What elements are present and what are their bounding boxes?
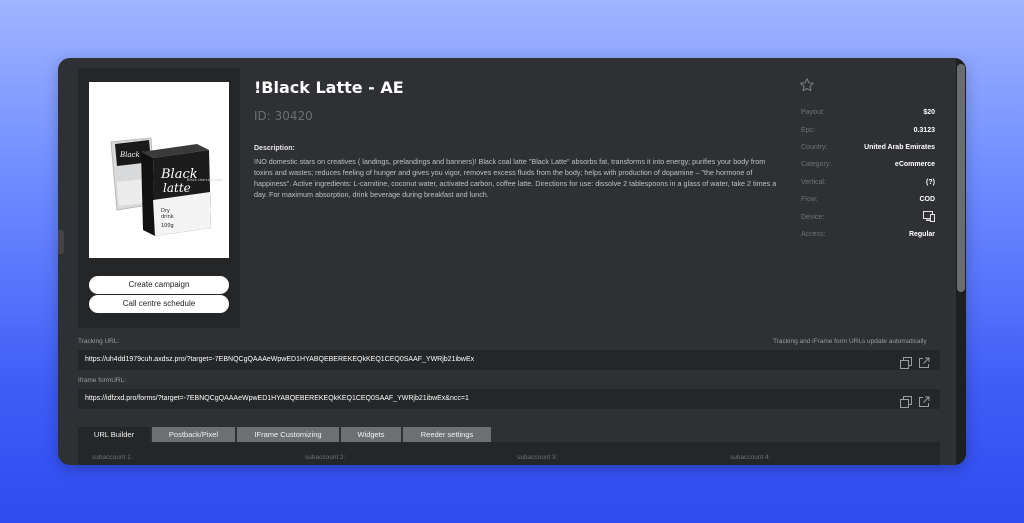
tab-reeder-settings[interactable]: Reeder settings (403, 427, 491, 442)
prop-label: Country: (801, 143, 828, 151)
prop-epc: Epc: 0.3123 (801, 121, 935, 138)
offer-properties: Payout: $20 Epc: 0.3123 Country: United … (801, 104, 935, 243)
description-text: !NO domestic stars on creatives ( landin… (254, 157, 777, 199)
copy-icon[interactable] (900, 393, 912, 408)
create-campaign-button[interactable]: Create campaign (89, 276, 229, 294)
prop-label: Flow: (801, 196, 818, 204)
offer-title: !Black Latte - AE (254, 78, 404, 97)
description-label: Description: (254, 145, 295, 152)
scrollbar-thumb[interactable] (957, 64, 965, 292)
prop-device: Device: (801, 208, 935, 225)
tracking-url-value: https://uh4dd1979cuh.axdsz.pro/?target=-… (85, 356, 475, 363)
prop-value: eCommerce (894, 161, 935, 169)
prop-vertical: Vertical: (?) (801, 174, 935, 191)
settings-tabs: URL Builder Postback/Pixel IFrame Custom… (78, 427, 491, 442)
product-image-panel: Black latte Black latte Dry drink 100g B… (78, 68, 240, 328)
url-builder-panel: subaccount 1: subaccount 2: subaccount 3… (78, 442, 940, 465)
prop-value: 0.3123 (913, 126, 935, 134)
copy-icon[interactable] (900, 354, 912, 369)
iframe-url-value: https://idfzxd.pro/forms/?target=-7EBNQC… (85, 395, 469, 402)
iframe-url-field[interactable]: https://idfzxd.pro/forms/?target=-7EBNQC… (78, 389, 940, 409)
desktop-mobile-icon (923, 210, 935, 224)
subaccount-3-label: subaccount 3: (517, 454, 558, 461)
auto-update-note: Tracking and iFrame form URLs update aut… (773, 338, 927, 345)
prop-category: Category: eCommerce (801, 156, 935, 173)
prop-country: Country: United Arab Emirates (801, 139, 935, 156)
product-image: Black latte Black latte Dry drink 100g B… (89, 82, 229, 258)
subaccount-2-label: subaccount 2: (305, 454, 346, 461)
prop-payout: Payout: $20 (801, 104, 935, 121)
prop-flow: Flow: COD (801, 191, 935, 208)
prop-label: Epc: (801, 126, 816, 134)
prop-value: COD (919, 196, 935, 204)
svg-text:latte: latte (163, 181, 191, 195)
box-subtitle: Black charcoal latte (187, 178, 223, 182)
tracking-url-field[interactable]: https://uh4dd1979cuh.axdsz.pro/?target=-… (78, 350, 940, 370)
tab-iframe-customizing[interactable]: IFrame Customizing (237, 427, 339, 442)
tracking-url-label: Tracking URL: (78, 338, 120, 345)
sidebar-handle[interactable] (58, 230, 64, 254)
prop-access: Access: Regular (801, 226, 935, 243)
tab-postback-pixel[interactable]: Postback/Pixel (152, 427, 235, 442)
subaccount-4-label: subaccount 4: (730, 454, 771, 461)
external-link-icon[interactable] (918, 354, 930, 368)
prop-value: United Arab Emirates (864, 143, 935, 151)
prop-label: Payout: (801, 109, 825, 117)
subaccount-1-label: subaccount 1: (92, 454, 133, 461)
external-link-icon[interactable] (918, 393, 930, 407)
box-image: Black latte Dry drink 100g Black charcoa… (141, 144, 223, 236)
prop-label: Vertical: (801, 178, 826, 186)
svg-text:drink: drink (161, 214, 174, 220)
prop-value: (?) (926, 178, 935, 186)
prop-label: Category: (801, 161, 832, 169)
svg-text:100g: 100g (161, 223, 174, 229)
prop-value: Regular (908, 230, 935, 238)
tab-widgets[interactable]: Widgets (341, 427, 401, 442)
tab-url-builder[interactable]: URL Builder (78, 427, 150, 442)
prop-label: Access: (801, 230, 826, 238)
prop-label: Device: (801, 213, 825, 221)
iframe-url-label: Iframe formURL: (78, 377, 127, 384)
prop-value: $20 (923, 109, 935, 117)
offer-id: ID: 30420 (254, 109, 313, 123)
scrollbar[interactable] (956, 58, 966, 465)
call-centre-schedule-button[interactable]: Call centre schedule (89, 295, 229, 313)
favorite-star-icon[interactable] (799, 77, 815, 93)
offer-window: Black latte Black latte Dry drink 100g B… (58, 58, 966, 465)
